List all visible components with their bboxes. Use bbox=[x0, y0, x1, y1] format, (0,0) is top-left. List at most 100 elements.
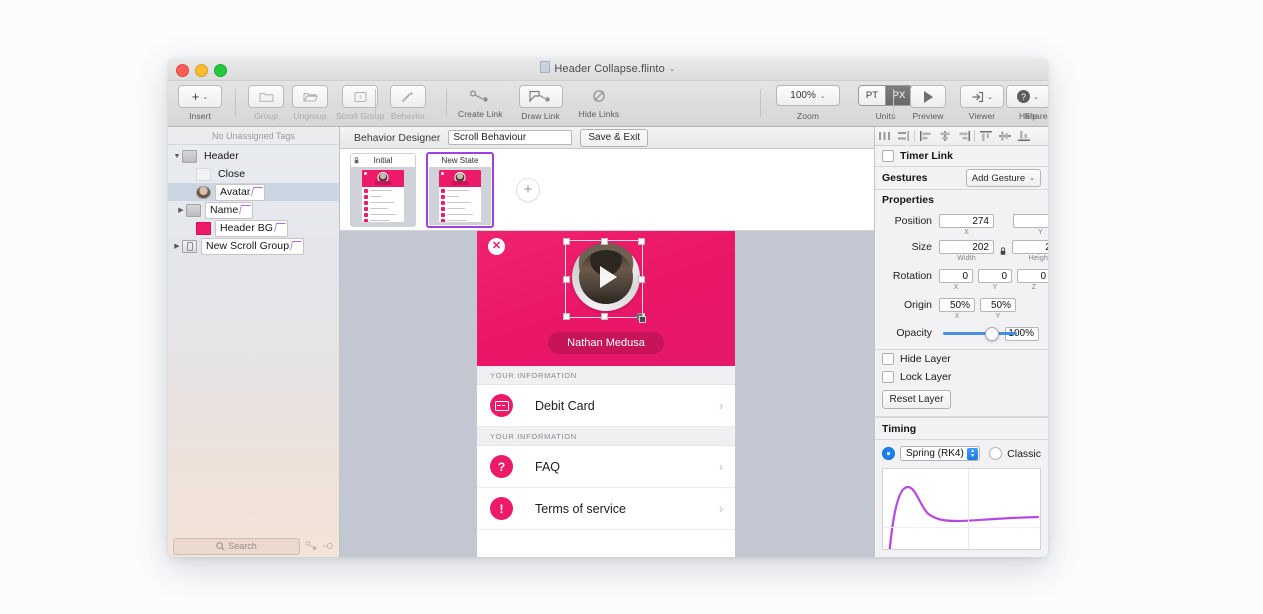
layer-row-new-scroll-group[interactable]: ▶ New Scroll Group bbox=[168, 237, 339, 255]
align-center-vertical-icon[interactable] bbox=[995, 127, 1014, 145]
stepper-icon[interactable]: ▲▼ bbox=[967, 448, 978, 460]
behavior-link-icon[interactable] bbox=[239, 205, 251, 214]
align-bottom-icon[interactable] bbox=[1014, 127, 1033, 145]
disclosure-triangle-icon[interactable]: ▶ bbox=[176, 206, 186, 214]
resize-handle[interactable] bbox=[638, 276, 645, 283]
viewer-label: Viewer bbox=[960, 111, 1004, 121]
layer-row-close[interactable]: Close bbox=[168, 165, 339, 183]
resize-handle[interactable] bbox=[563, 238, 570, 245]
selection-bounds[interactable] bbox=[565, 240, 643, 318]
close-icon[interactable]: ✕ bbox=[488, 238, 505, 255]
opacity-slider[interactable] bbox=[943, 328, 999, 340]
units-option-pt[interactable]: PT bbox=[859, 86, 886, 105]
layer-row-name[interactable]: ▶ Name bbox=[168, 201, 339, 219]
aspect-lock-icon[interactable] bbox=[999, 247, 1007, 258]
layer-row-avatar[interactable]: Avatar bbox=[168, 183, 339, 201]
search-input[interactable]: Search bbox=[173, 538, 300, 555]
behavior-button[interactable]: Behavior bbox=[390, 85, 426, 121]
create-link-button[interactable]: Create Link bbox=[458, 85, 503, 121]
behavior-link-icon[interactable] bbox=[274, 223, 286, 232]
add-gesture-button[interactable]: Add Gesture ⌄ bbox=[966, 169, 1041, 187]
behavior-link-icon[interactable] bbox=[252, 187, 264, 196]
disclosure-triangle-icon[interactable]: ▶ bbox=[172, 242, 182, 250]
draw-link-button[interactable]: Draw Link bbox=[519, 85, 563, 121]
preview-button[interactable]: Preview bbox=[910, 85, 946, 121]
origin-y-input[interactable]: 50% bbox=[980, 298, 1016, 312]
timing-body: Spring (RK4) ▲▼ Classic bbox=[875, 440, 1048, 550]
state-card-initial[interactable]: Initial bbox=[350, 153, 416, 227]
add-state-button[interactable]: + bbox=[516, 178, 540, 202]
align-left-icon[interactable] bbox=[916, 127, 935, 145]
rotation-x-input[interactable]: 0 bbox=[939, 269, 973, 283]
list-item[interactable]: ! Terms of service › bbox=[477, 488, 735, 530]
design-canvas[interactable]: ✕ bbox=[340, 231, 874, 557]
viewer-button[interactable]: ⌄ Viewer bbox=[960, 85, 1004, 121]
size-width-input[interactable]: 202 bbox=[939, 240, 994, 254]
position-x-input[interactable]: 274 bbox=[939, 214, 994, 228]
spring-radio[interactable] bbox=[882, 447, 895, 460]
list-item[interactable]: Debit Card › bbox=[477, 385, 735, 427]
layer-name[interactable]: Header BG bbox=[215, 220, 288, 237]
resize-handle[interactable] bbox=[601, 313, 608, 320]
distribute-vertical-icon[interactable] bbox=[894, 127, 913, 145]
list-item[interactable]: ? FAQ › bbox=[477, 446, 735, 488]
align-top-icon[interactable] bbox=[976, 127, 995, 145]
size-label: Size bbox=[880, 240, 939, 255]
name-pill[interactable]: Nathan Medusa bbox=[548, 332, 664, 354]
insert-button[interactable]: + ⌄ Insert bbox=[178, 85, 222, 121]
ungroup-button[interactable]: Ungroup bbox=[292, 85, 328, 121]
classic-label: Classic bbox=[1007, 448, 1041, 460]
lock-layer-checkbox[interactable] bbox=[882, 371, 894, 383]
rotation-y-input[interactable]: 0 bbox=[978, 269, 1012, 283]
units-option-px[interactable]: PX bbox=[886, 86, 912, 105]
layer-row-header[interactable]: ▼ Header bbox=[168, 147, 339, 165]
help-button[interactable]: ? ⌄ Help bbox=[1006, 85, 1048, 121]
title-bar: Header Collapse.flinto⌄ bbox=[168, 58, 1048, 81]
classic-radio[interactable] bbox=[989, 447, 1002, 460]
save-and-exit-button[interactable]: Save & Exit bbox=[580, 129, 648, 147]
hide-layer-row[interactable]: Hide Layer bbox=[875, 350, 1048, 368]
chevron-down-icon[interactable]: ⌄ bbox=[669, 64, 676, 73]
exclamation-icon: ! bbox=[490, 497, 513, 520]
resize-handle[interactable] bbox=[638, 238, 645, 245]
layer-name[interactable]: New Scroll Group bbox=[201, 238, 304, 255]
behavior-name-input[interactable]: Scroll Behaviour bbox=[448, 130, 572, 145]
size-height-input[interactable]: 202 bbox=[1012, 240, 1048, 254]
scroll-group-button[interactable]: Scroll Group bbox=[336, 85, 384, 121]
pink-swatch-icon bbox=[196, 222, 211, 235]
transitions-toggle-icon[interactable] bbox=[322, 540, 334, 552]
behavior-link-icon[interactable] bbox=[290, 241, 302, 250]
timing-curve-graph[interactable] bbox=[882, 468, 1041, 550]
layer-name[interactable]: Avatar bbox=[215, 184, 265, 201]
magic-wand-icon bbox=[401, 90, 415, 103]
group-button[interactable]: Group bbox=[248, 85, 284, 121]
rotation-z-input[interactable]: 0 bbox=[1017, 269, 1048, 283]
spring-select[interactable]: Spring (RK4) ▲▼ bbox=[900, 446, 980, 461]
position-y-input[interactable]: 42 bbox=[1013, 214, 1048, 228]
units-control[interactable]: PT PX Units bbox=[858, 85, 913, 121]
layer-name[interactable]: Name bbox=[205, 202, 253, 219]
timer-link-row[interactable]: Timer Link bbox=[875, 146, 1048, 166]
disclosure-triangle-icon[interactable]: ▼ bbox=[172, 153, 182, 160]
resize-handle[interactable] bbox=[563, 276, 570, 283]
distribute-horizontal-icon[interactable] bbox=[875, 127, 894, 145]
reset-layer-button[interactable]: Reset Layer bbox=[882, 390, 951, 409]
timer-link-checkbox[interactable] bbox=[882, 150, 894, 162]
layer-row-header-bg[interactable]: Header BG bbox=[168, 219, 339, 237]
gestures-section: Gestures Add Gesture ⌄ bbox=[875, 167, 1048, 190]
align-right-icon[interactable] bbox=[954, 127, 973, 145]
preview-label: Preview bbox=[910, 111, 946, 121]
document-title[interactable]: Header Collapse.flinto⌄ bbox=[168, 61, 1048, 75]
zoom-control[interactable]: 100% ⌄ Zoom bbox=[776, 85, 840, 121]
hide-layer-checkbox[interactable] bbox=[882, 353, 894, 365]
slider-knob[interactable] bbox=[985, 327, 999, 341]
blank-layer-icon bbox=[196, 168, 211, 181]
lock-layer-row[interactable]: Lock Layer bbox=[875, 368, 1048, 386]
hide-links-button[interactable]: Hide Links bbox=[579, 85, 620, 121]
origin-x-input[interactable]: 50% bbox=[939, 298, 975, 312]
align-center-horizontal-icon[interactable] bbox=[935, 127, 954, 145]
resize-handle[interactable] bbox=[601, 238, 608, 245]
state-card-new-state[interactable]: New State bbox=[426, 152, 494, 228]
links-toggle-icon[interactable] bbox=[305, 540, 317, 552]
resize-handle[interactable] bbox=[563, 313, 570, 320]
